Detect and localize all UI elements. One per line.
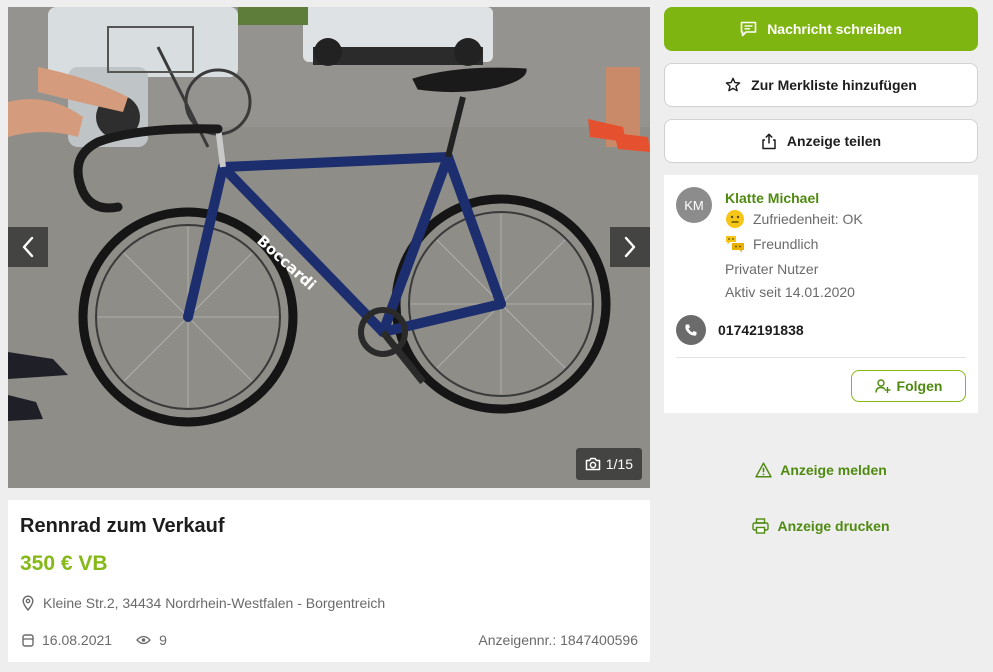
ad-number: Anzeigennr.: 1847400596 (478, 632, 638, 648)
neutral-face-icon (726, 210, 744, 228)
listing-title: Rennrad zum Verkauf (20, 515, 225, 537)
chevron-right-icon (624, 236, 636, 258)
listing-location: Kleine Str.2, 34434 Nordrhein-Westfalen … (22, 595, 385, 611)
image-counter-text: 1/15 (605, 456, 633, 472)
seller-card: KM Klatte Michael Zufriedenheit: OK Freu… (664, 175, 978, 413)
chat-icon (740, 21, 757, 37)
image-gallery[interactable]: Boccardi 1/15 (8, 7, 650, 488)
phone-number[interactable]: 01742191838 (718, 322, 804, 338)
follow-label: Folgen (896, 378, 943, 394)
listing-meta-row: 16.08.2021 9 Anzeigennr.: 1847400596 (22, 632, 638, 648)
send-message-label: Nachricht schreiben (767, 21, 902, 37)
satisfaction-text: Zufriedenheit: OK (753, 211, 863, 227)
views-count: 9 (159, 632, 167, 648)
seller-divider (676, 357, 966, 358)
calendar-icon (22, 634, 34, 647)
next-image-button[interactable] (610, 227, 650, 267)
friendly-text: Freundlich (753, 236, 819, 252)
camera-icon (585, 457, 600, 471)
listing-photo[interactable]: Boccardi (8, 7, 650, 488)
add-to-watchlist-button[interactable]: Zur Merkliste hinzufügen (664, 63, 978, 107)
seller-name-link[interactable]: Klatte Michael (725, 190, 819, 206)
listing-info-card: Rennrad zum Verkauf 350 € VB Kleine Str.… (8, 500, 650, 662)
phone-icon (685, 324, 697, 336)
seller-user-type: Privater Nutzer (725, 261, 819, 277)
print-label: Anzeige drucken (777, 518, 890, 534)
warning-icon (755, 462, 772, 478)
listing-views: 9 (136, 632, 167, 648)
seller-active-since: Aktiv seit 14.01.2020 (725, 284, 855, 300)
star-icon (725, 77, 741, 92)
print-listing-link[interactable]: Anzeige drucken (664, 514, 978, 538)
send-message-button[interactable]: Nachricht schreiben (664, 7, 978, 51)
printer-icon (752, 518, 770, 534)
share-label: Anzeige teilen (786, 133, 882, 149)
eye-icon (136, 635, 151, 645)
report-listing-link[interactable]: Anzeige melden (664, 458, 978, 482)
satisfaction-badge: Zufriedenheit: OK (725, 209, 863, 229)
previous-image-button[interactable] (8, 227, 48, 267)
add-user-icon (874, 379, 891, 393)
share-icon (762, 133, 776, 149)
report-label: Anzeige melden (780, 462, 887, 478)
listing-date: 16.08.2021 (22, 632, 112, 648)
location-text: Kleine Str.2, 34434 Nordrhein-Westfalen … (43, 595, 386, 611)
speech-bubbles-icon (726, 236, 744, 253)
watchlist-label: Zur Merkliste hinzufügen (751, 77, 917, 93)
listing-price: 350 € VB (20, 552, 108, 575)
image-counter[interactable]: 1/15 (575, 448, 642, 480)
chevron-left-icon (22, 236, 34, 258)
friendly-badge: Freundlich (725, 234, 818, 254)
date-text: 16.08.2021 (42, 632, 113, 648)
follow-button[interactable]: Folgen (851, 370, 966, 402)
phone-button[interactable] (676, 315, 706, 345)
share-listing-button[interactable]: Anzeige teilen (664, 119, 978, 163)
seller-avatar[interactable]: KM (676, 187, 712, 223)
location-pin-icon (22, 595, 34, 611)
